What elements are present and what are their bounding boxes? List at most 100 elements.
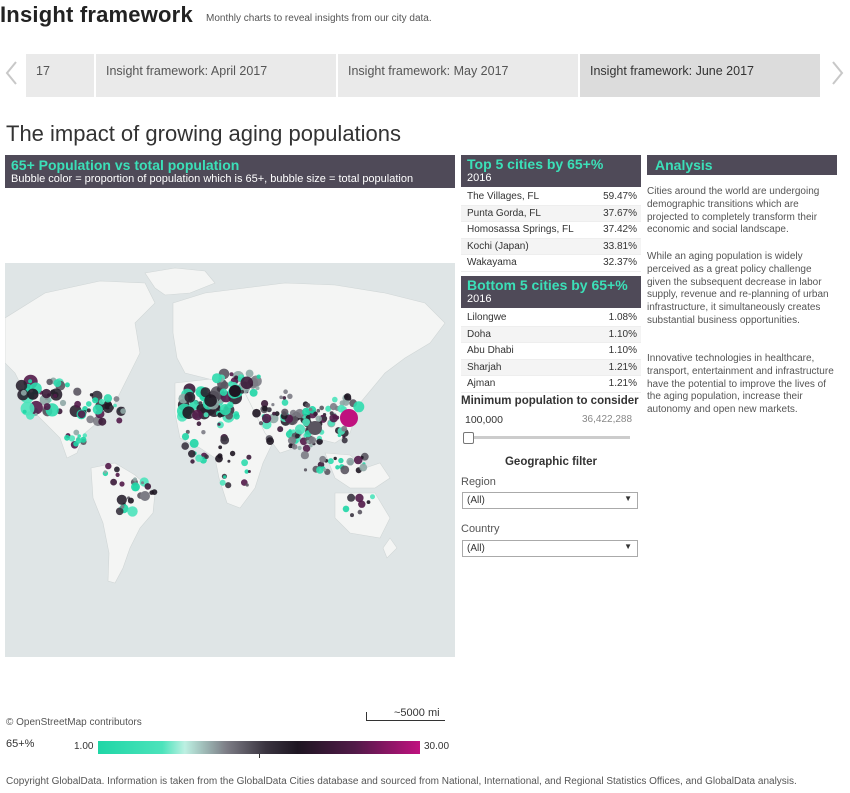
city-bubble[interactable]: [291, 429, 296, 434]
table-row[interactable]: Kochi (Japan) 33.81%: [461, 238, 641, 255]
city-bubble[interactable]: [184, 391, 196, 403]
city-bubble[interactable]: [219, 479, 226, 486]
city-bubble[interactable]: [89, 393, 94, 397]
city-bubble[interactable]: [92, 397, 99, 404]
bubble-map[interactable]: [5, 263, 455, 657]
city-bubble[interactable]: [195, 454, 203, 462]
city-bubble[interactable]: [357, 509, 363, 515]
city-bubble[interactable]: [225, 482, 232, 489]
city-bubble[interactable]: [306, 414, 311, 419]
city-bubble[interactable]: [234, 375, 239, 380]
city-bubble[interactable]: [347, 493, 356, 502]
city-bubble[interactable]: [201, 430, 206, 435]
city-bubble[interactable]: [271, 403, 275, 407]
city-bubble[interactable]: [255, 386, 260, 391]
city-bubble[interactable]: [219, 404, 231, 416]
city-bubble[interactable]: [229, 450, 236, 457]
city-bubble[interactable]: [22, 409, 27, 414]
city-bubble[interactable]: [323, 468, 327, 472]
city-bubble[interactable]: [218, 445, 223, 450]
city-bubble[interactable]: [245, 369, 254, 378]
city-bubble[interactable]: [189, 438, 199, 448]
city-bubble[interactable]: [127, 497, 134, 504]
table-row[interactable]: Punta Gorda, FL 37.67%: [461, 205, 641, 222]
city-bubble[interactable]: [86, 408, 91, 413]
city-bubble[interactable]: [340, 409, 358, 427]
tab-march-2017[interactable]: 17: [26, 54, 94, 97]
city-bubble[interactable]: [86, 415, 95, 424]
city-bubble[interactable]: [262, 405, 268, 412]
carousel-next-icon[interactable]: [828, 58, 846, 88]
city-bubble[interactable]: [353, 455, 363, 465]
city-bubble[interactable]: [249, 388, 258, 397]
tab-may-2017[interactable]: Insight framework: May 2017: [338, 54, 578, 97]
city-bubble[interactable]: [229, 372, 234, 377]
city-bubble[interactable]: [59, 399, 67, 407]
city-bubble[interactable]: [261, 413, 272, 424]
city-bubble[interactable]: [196, 421, 202, 426]
city-bubble[interactable]: [211, 373, 222, 384]
city-bubble[interactable]: [340, 465, 350, 475]
city-bubble[interactable]: [353, 401, 365, 413]
city-bubble[interactable]: [113, 403, 117, 408]
city-bubble[interactable]: [217, 422, 221, 426]
city-bubble[interactable]: [204, 454, 209, 459]
city-bubble[interactable]: [300, 451, 309, 460]
table-row[interactable]: Abu Dhabi 1.10%: [461, 343, 641, 360]
city-bubble[interactable]: [309, 443, 313, 448]
city-bubble[interactable]: [281, 399, 289, 406]
city-bubble[interactable]: [98, 398, 105, 405]
table-row[interactable]: Homosassa Springs, FL 37.42%: [461, 222, 641, 239]
city-bubble[interactable]: [258, 421, 264, 426]
city-bubble[interactable]: [140, 491, 150, 501]
city-bubble[interactable]: [281, 408, 289, 416]
city-bubble[interactable]: [46, 378, 53, 386]
city-bubble[interactable]: [359, 463, 368, 472]
city-bubble[interactable]: [73, 429, 80, 436]
city-bubble[interactable]: [233, 413, 240, 420]
city-bubble[interactable]: [341, 425, 348, 432]
city-bubble[interactable]: [291, 444, 298, 450]
city-bubble[interactable]: [338, 457, 344, 464]
city-bubble[interactable]: [347, 396, 352, 401]
city-bubble[interactable]: [194, 400, 198, 405]
city-bubble[interactable]: [119, 481, 125, 487]
city-bubble[interactable]: [141, 481, 144, 485]
city-bubble[interactable]: [229, 385, 241, 397]
city-bubble[interactable]: [282, 396, 287, 400]
city-bubble[interactable]: [188, 450, 196, 458]
carousel-prev-icon[interactable]: [3, 58, 21, 88]
table-row[interactable]: The Villages, FL 59.47%: [461, 189, 641, 206]
city-bubble[interactable]: [315, 415, 322, 422]
city-bubble[interactable]: [181, 433, 190, 441]
city-bubble[interactable]: [316, 438, 322, 444]
city-bubble[interactable]: [132, 477, 138, 482]
country-select[interactable]: (All) ▼: [462, 540, 638, 557]
city-bubble[interactable]: [116, 417, 123, 424]
city-bubble[interactable]: [190, 459, 195, 464]
city-bubble[interactable]: [203, 412, 209, 418]
city-bubble[interactable]: [120, 408, 126, 414]
city-bubble[interactable]: [355, 493, 364, 503]
city-bubble[interactable]: [332, 396, 338, 403]
city-bubble[interactable]: [115, 507, 124, 516]
city-bubble[interactable]: [297, 445, 302, 451]
city-bubble[interactable]: [342, 505, 350, 513]
city-bubble[interactable]: [266, 437, 274, 445]
city-bubble[interactable]: [341, 437, 348, 444]
table-row[interactable]: Doha 1.10%: [461, 326, 641, 343]
table-row[interactable]: Wakayama 32.37%: [461, 255, 641, 272]
table-row[interactable]: Sharjah 1.21%: [461, 359, 641, 376]
city-bubble[interactable]: [316, 466, 324, 474]
city-bubble[interactable]: [20, 389, 27, 396]
city-bubble[interactable]: [103, 470, 108, 474]
city-bubble[interactable]: [346, 457, 355, 466]
city-bubble[interactable]: [319, 405, 325, 411]
tab-april-2017[interactable]: Insight framework: April 2017: [96, 54, 336, 97]
tab-june-2017[interactable]: Insight framework: June 2017: [580, 54, 820, 97]
city-bubble[interactable]: [204, 394, 217, 407]
city-bubble[interactable]: [20, 401, 35, 416]
city-bubble[interactable]: [322, 415, 328, 422]
city-bubble[interactable]: [288, 429, 292, 433]
city-bubble[interactable]: [53, 379, 62, 387]
